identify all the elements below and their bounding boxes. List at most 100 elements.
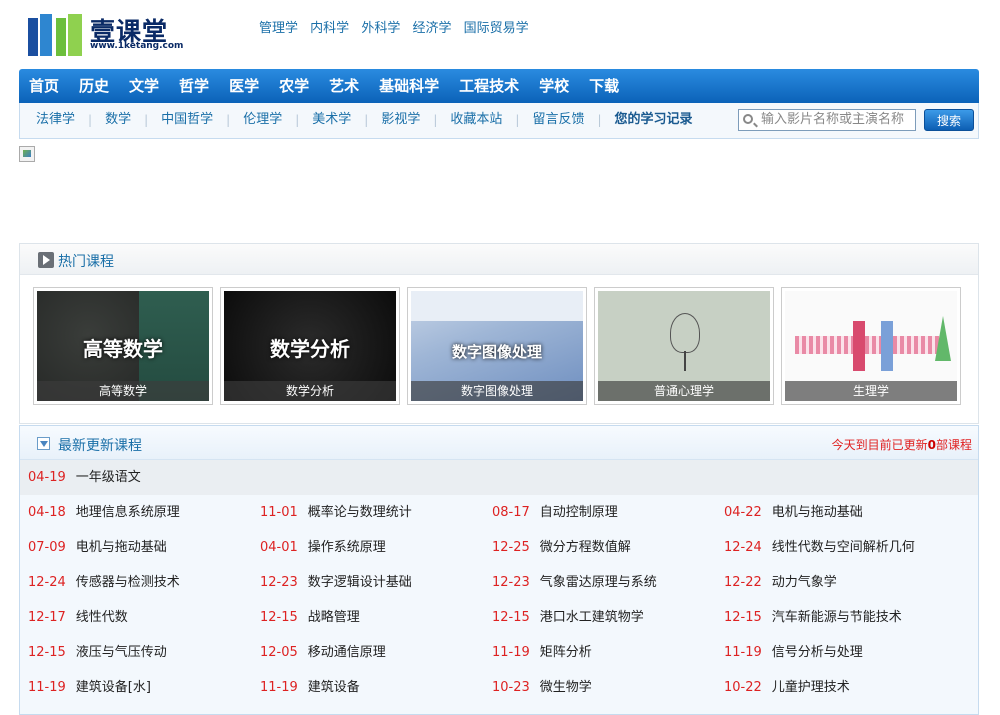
subnav-item-fine-arts[interactable]: 美术学 xyxy=(312,103,351,137)
sub-nav: 法律学 | 数学 | 中国哲学 | 伦理学 | 美术学 | 影视学 | 收藏本站… xyxy=(19,103,979,139)
list-item[interactable]: 12-15 液压与气压传动 xyxy=(28,635,167,670)
subnav-item-ethics[interactable]: 伦理学 xyxy=(243,103,282,137)
subnav-item-feedback[interactable]: 留言反馈 xyxy=(532,103,584,137)
top-link-surgery[interactable]: 外科学 xyxy=(361,21,400,36)
list-item[interactable]: 12-24 线性代数与空间解析几何 xyxy=(724,530,915,565)
top-link-international-trade[interactable]: 国际贸易学 xyxy=(464,21,529,36)
top-link-economics[interactable]: 经济学 xyxy=(412,21,451,36)
search-input[interactable]: 输入影片名称或主演名称 xyxy=(738,109,916,131)
list-item[interactable]: 12-15 港口水工建筑物学 xyxy=(492,600,644,635)
list-item[interactable]: 12-17 线性代数 xyxy=(28,600,128,635)
update-count: 0 xyxy=(927,438,936,452)
course-card[interactable]: 数字图像处理 数字图像处理 xyxy=(407,287,587,405)
course-date: 07-09 xyxy=(28,540,66,555)
list-item[interactable]: 04-22 电机与拖动基础 xyxy=(724,495,863,530)
course-caption[interactable]: 生理学 xyxy=(785,381,957,401)
list-item[interactable]: 12-23 气象雷达原理与系统 xyxy=(492,565,657,600)
table-row: 12-17 线性代数 12-15 战略管理 12-15 港口水工建筑物学 12-15 汽… xyxy=(20,600,978,635)
course-name[interactable]: 战略管理 xyxy=(308,610,360,625)
course-name[interactable]: 儿童护理技术 xyxy=(772,680,850,695)
subnav-item-chinese-philosophy[interactable]: 中国哲学 xyxy=(161,103,213,137)
top-link-internal-medicine[interactable]: 内科学 xyxy=(310,21,349,36)
course-name[interactable]: 自动控制原理 xyxy=(540,505,618,520)
course-name[interactable]: 微分方程数值解 xyxy=(540,540,631,555)
list-item[interactable]: 08-17 自动控制原理 xyxy=(492,495,618,530)
course-name[interactable]: 动力气象学 xyxy=(772,575,837,590)
course-name[interactable]: 传感器与检测技术 xyxy=(76,575,180,590)
site-logo[interactable]: 壹课堂 www.1ketang.com xyxy=(28,10,183,56)
course-thumbnail[interactable]: 数学分析 数学分析 xyxy=(224,291,396,401)
list-item[interactable]: 12-22 动力气象学 xyxy=(724,565,837,600)
subnav-item-film-studies[interactable]: 影视学 xyxy=(381,103,420,137)
list-item[interactable]: 04-19 一年级语文 xyxy=(28,460,141,495)
course-thumbnail[interactable]: 普通心理学 xyxy=(598,291,770,401)
course-name[interactable]: 气象雷达原理与系统 xyxy=(540,575,657,590)
nav-item-medicine[interactable]: 医学 xyxy=(219,69,269,103)
list-item[interactable]: 04-18 地理信息系统原理 xyxy=(28,495,180,530)
list-item[interactable]: 12-05 移动通信原理 xyxy=(260,635,386,670)
course-card[interactable]: 普通心理学 xyxy=(594,287,774,405)
course-card[interactable]: 生理学 xyxy=(781,287,961,405)
nav-item-agriculture[interactable]: 农学 xyxy=(269,69,319,103)
course-caption[interactable]: 高等数学 xyxy=(37,381,209,401)
course-name[interactable]: 地理信息系统原理 xyxy=(76,505,180,520)
course-name[interactable]: 电机与拖动基础 xyxy=(772,505,863,520)
list-item[interactable]: 07-09 电机与拖动基础 xyxy=(28,530,167,565)
nav-item-history[interactable]: 历史 xyxy=(69,69,119,103)
course-thumbnail[interactable]: 高等数学 高等数学 xyxy=(37,291,209,401)
list-item[interactable]: 12-15 战略管理 xyxy=(260,600,360,635)
course-name[interactable]: 线性代数 xyxy=(76,610,128,625)
list-item[interactable]: 11-01 概率论与数理统计 xyxy=(260,495,412,530)
course-name[interactable]: 线性代数与空间解析几何 xyxy=(772,540,915,555)
course-name[interactable]: 信号分析与处理 xyxy=(772,645,863,660)
course-name[interactable]: 港口水工建筑物学 xyxy=(540,610,644,625)
course-caption[interactable]: 数字图像处理 xyxy=(411,381,583,401)
search-icon xyxy=(743,114,753,124)
list-item[interactable]: 11-19 信号分析与处理 xyxy=(724,635,863,670)
subnav-item-law[interactable]: 法律学 xyxy=(36,103,75,137)
course-date: 12-24 xyxy=(28,575,66,590)
course-name[interactable]: 建筑设备[水] xyxy=(76,680,151,695)
main-nav: 首页 历史 文学 哲学 医学 农学 艺术 基础科学 工程技术 学校 下载 xyxy=(19,69,979,103)
course-card[interactable]: 高等数学 高等数学 xyxy=(33,287,213,405)
course-name[interactable]: 微生物学 xyxy=(540,680,592,695)
course-name[interactable]: 移动通信原理 xyxy=(308,645,386,660)
course-name[interactable]: 矩阵分析 xyxy=(540,645,592,660)
course-caption[interactable]: 数学分析 xyxy=(224,381,396,401)
subnav-separator: | xyxy=(88,113,93,127)
subnav-item-study-history[interactable]: 您的学习记录 xyxy=(615,103,693,137)
nav-item-art[interactable]: 艺术 xyxy=(319,69,369,103)
nav-item-school[interactable]: 学校 xyxy=(529,69,579,103)
course-thumbnail[interactable]: 数字图像处理 数字图像处理 xyxy=(411,291,583,401)
course-name[interactable]: 数字逻辑设计基础 xyxy=(308,575,412,590)
list-item[interactable]: 12-25 微分方程数值解 xyxy=(492,530,631,565)
course-card[interactable]: 数学分析 数学分析 xyxy=(220,287,400,405)
course-name[interactable]: 电机与拖动基础 xyxy=(76,540,167,555)
nav-item-engineering[interactable]: 工程技术 xyxy=(449,69,529,103)
list-item[interactable]: 12-23 数字逻辑设计基础 xyxy=(260,565,412,600)
course-date: 11-19 xyxy=(28,680,66,695)
nav-item-download[interactable]: 下载 xyxy=(579,69,629,103)
course-name[interactable]: 建筑设备 xyxy=(308,680,360,695)
course-name[interactable]: 汽车新能源与节能技术 xyxy=(772,610,902,625)
nav-item-basic-science[interactable]: 基础科学 xyxy=(369,69,449,103)
subnav-item-math[interactable]: 数学 xyxy=(105,103,131,137)
list-item[interactable]: 04-01 操作系统原理 xyxy=(260,530,386,565)
top-link-management[interactable]: 管理学 xyxy=(259,21,298,36)
list-item[interactable]: 12-24 传感器与检测技术 xyxy=(28,565,180,600)
subnav-item-bookmark[interactable]: 收藏本站 xyxy=(450,103,502,137)
subnav-separator: | xyxy=(295,113,300,127)
course-name[interactable]: 一年级语文 xyxy=(76,470,141,485)
list-item[interactable]: 11-19 矩阵分析 xyxy=(492,635,592,670)
list-item[interactable]: 12-15 汽车新能源与节能技术 xyxy=(724,600,902,635)
course-thumbnail[interactable]: 生理学 xyxy=(785,291,957,401)
course-name[interactable]: 液压与气压传动 xyxy=(76,645,167,660)
course-name[interactable]: 操作系统原理 xyxy=(308,540,386,555)
nav-item-philosophy[interactable]: 哲学 xyxy=(169,69,219,103)
nav-item-home[interactable]: 首页 xyxy=(19,69,69,103)
search-button[interactable]: 搜索 xyxy=(924,109,974,131)
course-caption[interactable]: 普通心理学 xyxy=(598,381,770,401)
course-name[interactable]: 概率论与数理统计 xyxy=(308,505,412,520)
nav-item-literature[interactable]: 文学 xyxy=(119,69,169,103)
book-logo-icon xyxy=(28,14,82,56)
